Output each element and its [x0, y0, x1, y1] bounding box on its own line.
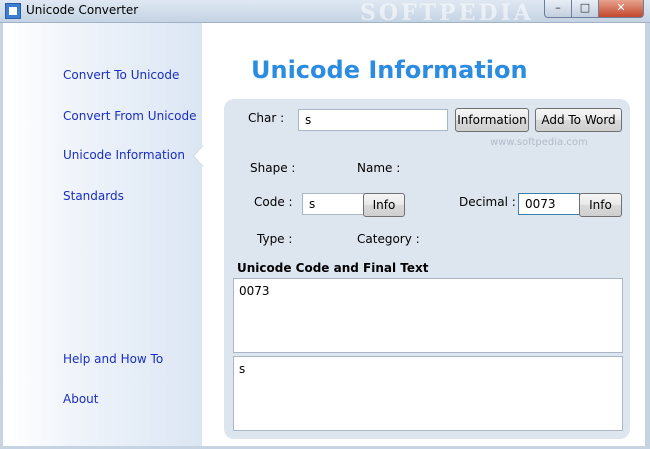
- sidebar-item-standards[interactable]: Standards: [63, 189, 124, 203]
- code-input[interactable]: [302, 193, 366, 215]
- sidebar-item-unicode-information[interactable]: Unicode Information: [63, 148, 185, 162]
- information-button[interactable]: Information: [455, 108, 529, 132]
- code-info-button[interactable]: Info: [363, 193, 405, 217]
- char-label: Char :: [248, 111, 285, 125]
- window-title: Unicode Converter: [26, 3, 139, 17]
- unicode-code-textarea[interactable]: 0073: [233, 278, 623, 353]
- sidebar-item-convert-to-unicode[interactable]: Convert To Unicode: [63, 68, 179, 82]
- add-to-word-button[interactable]: Add To Word: [535, 108, 622, 132]
- category-label: Category :: [357, 232, 420, 246]
- decimal-label: Decimal :: [459, 195, 516, 209]
- section-heading: Unicode Code and Final Text: [237, 261, 429, 275]
- selection-pointer: [194, 146, 203, 166]
- code-label: Code :: [254, 195, 293, 209]
- sidebar-item-about[interactable]: About: [63, 392, 98, 406]
- final-text-textarea[interactable]: s: [233, 356, 623, 431]
- window-border-right: [645, 23, 650, 449]
- type-label: Type :: [257, 232, 293, 246]
- maximize-button[interactable]: □: [571, 0, 599, 18]
- softpedia-watermark-small: www.softpedia.com: [490, 137, 588, 148]
- name-label: Name :: [357, 161, 401, 175]
- title-bar: Unicode Converter SOFTPEDIA – □ ✕: [0, 0, 650, 26]
- sidebar-item-convert-from-unicode[interactable]: Convert From Unicode: [63, 109, 196, 123]
- softpedia-watermark: SOFTPEDIA: [360, 0, 534, 26]
- page-title: Unicode Information: [251, 56, 528, 84]
- char-input[interactable]: [298, 109, 448, 131]
- decimal-input[interactable]: [518, 193, 580, 215]
- app-icon: [5, 3, 21, 19]
- sidebar-item-help[interactable]: Help and How To: [63, 352, 163, 366]
- shape-label: Shape :: [250, 161, 296, 175]
- decimal-info-button[interactable]: Info: [579, 193, 622, 217]
- close-button[interactable]: ✕: [598, 0, 644, 18]
- minimize-button[interactable]: –: [544, 0, 572, 18]
- sidebar: Convert To Unicode Convert From Unicode …: [3, 23, 203, 446]
